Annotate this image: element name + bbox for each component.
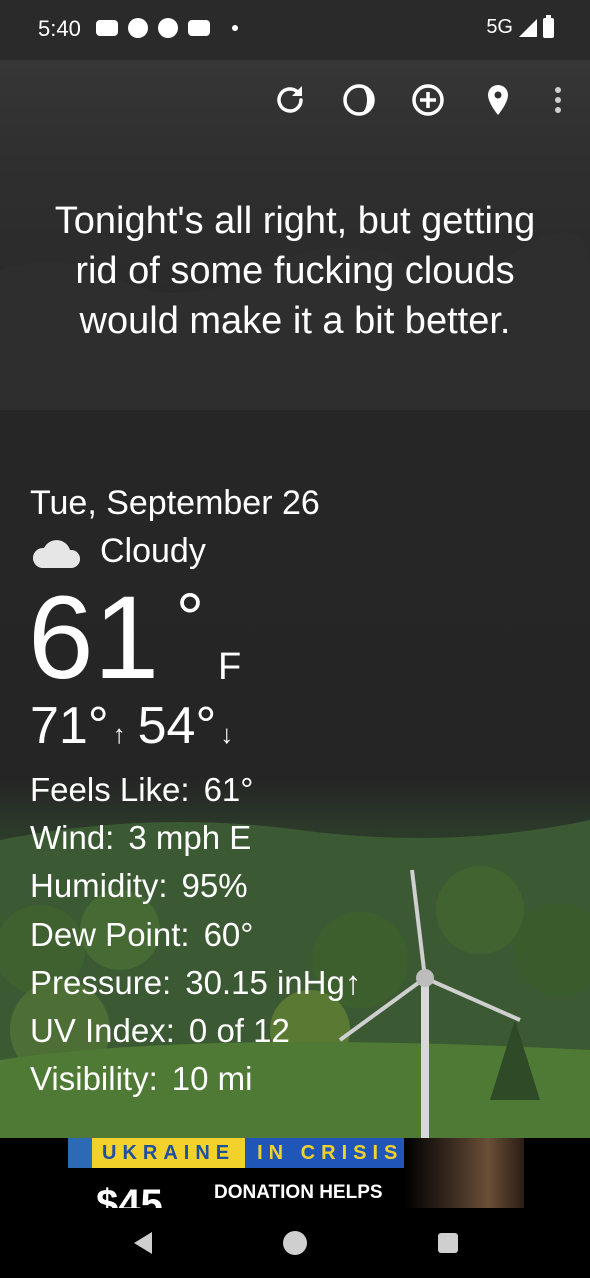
ad-banner-left: UKRAINE xyxy=(92,1138,246,1168)
recents-icon xyxy=(438,1233,458,1253)
home-icon xyxy=(283,1231,307,1255)
ad-text: DONATION HELPS xyxy=(214,1182,383,1203)
low-temperature: 54° xyxy=(137,697,217,755)
detail-value: 10 mi xyxy=(171,1060,253,1098)
status-time: 5:40 xyxy=(38,16,81,41)
high-low-temperatures: 71° ↑ 54° ↓ xyxy=(30,696,245,756)
add-location-button[interactable] xyxy=(406,78,450,122)
toolbar xyxy=(0,78,590,122)
ad-play-icon xyxy=(68,1138,92,1168)
detail-label: Dew Point: xyxy=(30,915,190,953)
refresh-button[interactable] xyxy=(268,78,312,122)
weather-details: Feels Like: 61° Wind: 3 mph E Humidity: 95%… xyxy=(30,766,361,1103)
moon-phase-button[interactable] xyxy=(337,78,381,122)
detail-label: Feels Like: xyxy=(30,771,190,808)
detail-visibility: Visibility: 10 mi xyxy=(30,1055,361,1103)
ad-image xyxy=(404,1138,524,1208)
up-arrow-icon: ↑ xyxy=(112,719,126,749)
signal-icon xyxy=(519,18,537,37)
battery-icon xyxy=(543,14,554,38)
pinwheel-icon xyxy=(158,18,178,38)
detail-label: UV Index: xyxy=(30,1011,175,1049)
detail-pressure: Pressure: 30.15 inHg↑ xyxy=(30,959,361,1007)
down-arrow-icon: ↓ xyxy=(220,719,234,749)
notification-icons xyxy=(96,18,238,38)
system-navigation-bar xyxy=(0,1208,590,1278)
home-button[interactable] xyxy=(277,1225,313,1261)
detail-label: Humidity: xyxy=(30,867,168,905)
location-pin-icon xyxy=(488,85,508,115)
condition-row: Cloudy xyxy=(30,532,206,571)
youtube-icon xyxy=(96,20,118,36)
back-button[interactable] xyxy=(124,1225,160,1261)
ad-price: $45 xyxy=(96,1182,163,1208)
youtube-icon xyxy=(188,20,210,36)
forecast-date: Tue, September 26 xyxy=(30,484,320,522)
weather-snark-headline: Tonight's all right, but getting rid of … xyxy=(54,200,536,342)
detail-value: 3 mph E xyxy=(128,819,252,857)
detail-value: 95% xyxy=(181,867,248,905)
more-notifications-dot xyxy=(232,25,238,31)
overflow-menu-icon xyxy=(555,87,561,113)
recents-button[interactable] xyxy=(430,1225,466,1261)
detail-wind: Wind: 3 mph E xyxy=(30,814,361,862)
network-type: 5G xyxy=(486,16,513,38)
status-bar: 5:40 5G xyxy=(0,0,590,60)
detail-humidity: Humidity: 95% xyxy=(30,862,361,910)
detail-value: 61° xyxy=(203,771,254,808)
ad-banner[interactable]: UKRAINE IN CRISIS $45 DONATION HELPS xyxy=(0,1138,590,1208)
ad-headline: UKRAINE IN CRISIS xyxy=(68,1138,416,1168)
location-button[interactable] xyxy=(476,78,520,122)
back-icon xyxy=(134,1232,152,1254)
detail-label: Pressure: xyxy=(30,963,172,1001)
detail-label: Wind: xyxy=(30,819,115,857)
detail-value: 0 of 12 xyxy=(188,1011,290,1049)
condition-label: Cloudy xyxy=(100,532,206,570)
detail-feels-like: Feels Like: 61° xyxy=(30,766,361,814)
detail-value: 30.15 inHg↑ xyxy=(185,963,362,1001)
temperature-unit: F xyxy=(218,646,242,688)
moon-phase-icon xyxy=(343,84,375,116)
overflow-menu-button[interactable] xyxy=(536,78,580,122)
ad-banner-right: IN CRISIS xyxy=(245,1138,416,1168)
system-status: 5G xyxy=(486,14,554,39)
detail-uv-index: UV Index: 0 of 12 xyxy=(30,1007,361,1055)
current-temperature: 61 xyxy=(28,572,160,704)
detail-label: Visibility: xyxy=(30,1060,158,1098)
refresh-icon xyxy=(277,86,303,113)
detail-value: 60° xyxy=(203,915,254,953)
high-temperature: 71° xyxy=(30,697,109,755)
cloud-icon xyxy=(32,539,81,568)
detail-dew-point: Dew Point: 60° xyxy=(30,911,361,959)
add-location-icon xyxy=(412,84,444,116)
facebook-icon xyxy=(128,18,148,38)
temperature-degree: ° xyxy=(176,579,204,657)
